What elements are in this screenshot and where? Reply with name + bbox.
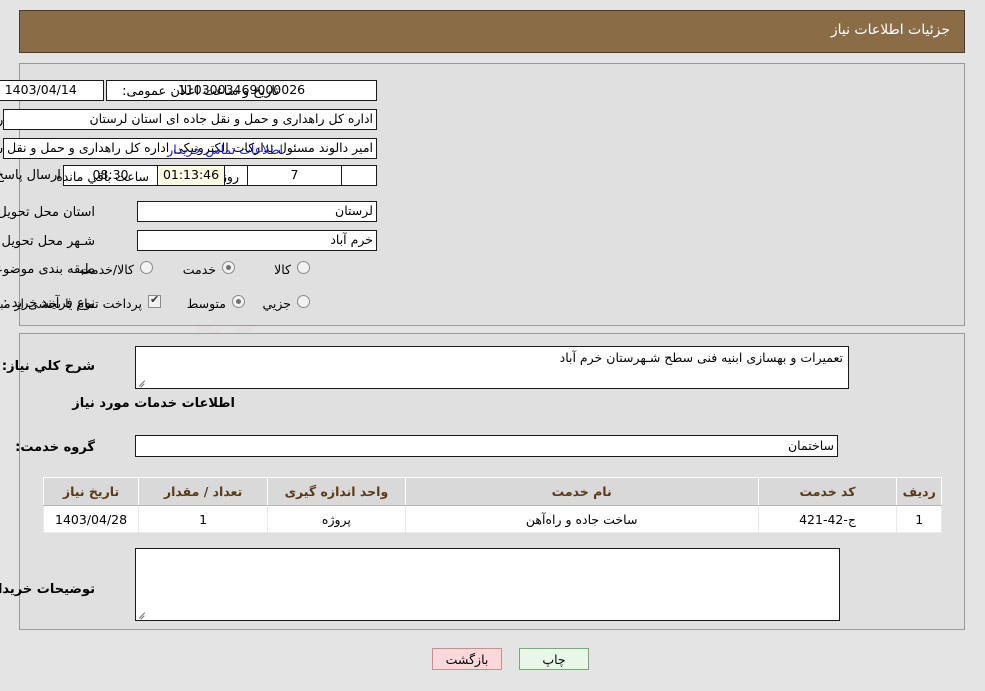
countdown-label: ساعت باقي مانده (56, 169, 149, 184)
radio-jozi-label[interactable]: جزیي (262, 296, 291, 311)
cell-service-code: ج-42-421 (757, 505, 898, 533)
countdown-field: 01:13:46 (157, 165, 225, 186)
buyer-org-field[interactable]: اداره کل راهداری و حمل و نقل جاده ای است… (3, 109, 377, 130)
th-unit: واحد اندازه گیری (267, 477, 406, 506)
header-bar: جزئیات اطلاعات نیاز (19, 10, 965, 53)
table-row: 1 ج-42-421 ساخت جاده و راه‌آهن پروژه 1 1… (42, 505, 942, 533)
radio-kala-khedmat[interactable] (140, 261, 153, 274)
th-service-name: نام خدمت (404, 477, 759, 506)
radio-kala[interactable] (297, 261, 310, 274)
radio-motevasset[interactable] (232, 295, 245, 308)
service-group-field[interactable]: ساختمان (135, 435, 838, 457)
print-button[interactable]: چاپ (519, 648, 589, 670)
radio-kala-label[interactable]: کالا (274, 262, 291, 277)
delivery-province-field[interactable]: لرستان (137, 201, 377, 222)
services-heading: اطلاعات خدمات مورد نیاز (72, 396, 235, 411)
announce-datetime-label: تاریخ و ساعت اعلان عمومی: (122, 84, 279, 99)
treasury-bonds-label: پرداخت تمام یا بخشی از مبلغ خرید،از محل … (0, 296, 142, 311)
announce-datetime-field[interactable]: 1403/04/14 - 07:02 (0, 80, 104, 101)
resize-grip-icon[interactable] (138, 609, 148, 619)
page-title: جزئیات اطلاعات نیاز (830, 22, 950, 38)
back-button[interactable]: بازگشت (432, 648, 502, 670)
general-description-label: شرح کلي نیاز: (1, 359, 95, 374)
page-root: AriaTender .net جزئیات اطلاعات نیاز شـما… (0, 0, 985, 691)
radio-khedmat[interactable] (222, 261, 235, 274)
deadline-days-field[interactable]: 7 (247, 165, 342, 186)
th-row: ردیف (896, 477, 942, 506)
buyer-notes-textarea[interactable] (135, 548, 840, 621)
th-quantity: تعداد / مقدار (138, 477, 269, 506)
radio-jozi[interactable] (297, 295, 310, 308)
buyer-contact-link[interactable]: اطلاعات تماس خریدار (167, 142, 283, 157)
table-header-row: ردیف کد خدمت نام خدمت واحد اندازه گیری ت… (42, 477, 942, 506)
buyer-notes-label: توضیحات خریدار; (0, 582, 95, 597)
delivery-city-label: شـهر محل تحویل: (0, 234, 95, 249)
th-need-date: تاریخ نیاز (42, 477, 140, 506)
treasury-bonds-checkbox[interactable] (148, 293, 161, 308)
service-group-label: گروه خدمت: (15, 440, 95, 455)
cell-row: 1 (896, 505, 942, 533)
cell-quantity: 1 (138, 505, 269, 533)
th-service-code: کد خدمت (757, 477, 898, 506)
general-description-textarea[interactable]: تعمیرات و بهسازی ابنیه فنی سطح شـهرستان … (135, 346, 849, 389)
service-items-table: ردیف کد خدمت نام خدمت واحد اندازه گیری ت… (42, 477, 942, 533)
cell-need-date: 1403/04/28 (42, 505, 140, 533)
radio-khedmat-label[interactable]: خدمت (183, 262, 216, 277)
resize-grip-icon[interactable] (138, 377, 148, 387)
delivery-city-field[interactable]: خرم آباد (137, 230, 377, 251)
radio-kala-khedmat-label[interactable]: کالا/خدمت (80, 262, 134, 277)
need-info-panel (19, 63, 965, 326)
delivery-province-label: استان محل تحویل: (0, 205, 95, 220)
cell-unit: پروژه (267, 505, 406, 533)
cell-service-name: ساخت جاده و راه‌آهن (404, 505, 759, 533)
general-description-value: تعمیرات و بهسازی ابنیه فنی سطح شـهرستان … (559, 350, 843, 365)
radio-motevasset-label[interactable]: متوسط (187, 296, 226, 311)
